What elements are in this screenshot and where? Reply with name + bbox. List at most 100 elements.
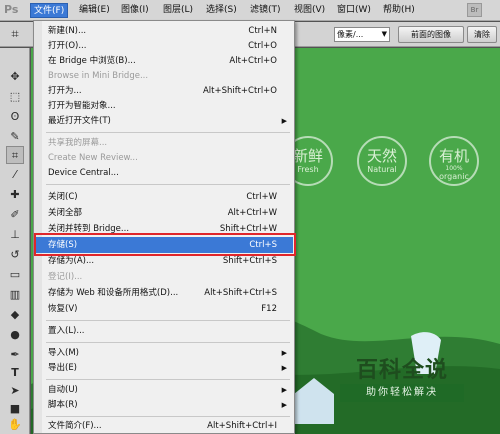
menu-item-label: 存储(S)	[48, 240, 78, 250]
menu-item-shortcut: F12	[261, 304, 277, 314]
badge-natural: 天然 Natural	[357, 136, 407, 186]
menu-item-label: 存储为(A)...	[48, 256, 95, 266]
photoshop-logo: Ps	[4, 3, 19, 16]
resolution-unit-select[interactable]: 像素/... ▼	[334, 27, 390, 42]
menu-item-file-info[interactable]: 文件简介(F)... Alt+Shift+Ctrl+I	[35, 418, 293, 434]
eyedropper-tool-icon[interactable]: ⁄	[6, 166, 24, 184]
menu-item-label: 在 Bridge 中浏览(B)...	[48, 56, 136, 66]
menu-item-shortcut: Ctrl+N	[248, 26, 277, 36]
menu-item-close-all[interactable]: 关闭全部 Alt+Ctrl+W	[35, 205, 293, 221]
move-tool-icon[interactable]: ✥	[6, 68, 24, 86]
crop-tool-icon[interactable]: ⌗	[6, 26, 24, 44]
menu-item-device-central[interactable]: Device Central...	[35, 165, 293, 181]
menu-item-label: Browse in Mini Bridge...	[48, 71, 149, 81]
menu-help[interactable]: 帮助(H)	[380, 3, 418, 18]
dodge-tool-icon[interactable]: ●	[6, 326, 24, 344]
clear-button[interactable]: 清除	[467, 26, 497, 43]
bridge-icon[interactable]: Br	[467, 3, 482, 17]
menu-item-label: 新建(N)...	[48, 26, 87, 36]
menu-edit[interactable]: 编辑(E)	[76, 3, 113, 18]
quick-select-tool-icon[interactable]: ✎	[6, 128, 24, 146]
crop-tool-icon[interactable]: ⌗	[6, 146, 24, 164]
menu-separator	[46, 320, 290, 321]
submenu-arrow-icon: ▶	[281, 117, 287, 125]
watermark-title: 百科全说	[355, 358, 448, 383]
menu-window[interactable]: 窗口(W)	[334, 3, 374, 18]
submenu-arrow-icon: ▶	[281, 401, 287, 409]
menu-item-label: 存储为 Web 和设备所用格式(D)...	[48, 288, 179, 298]
menu-item-scripts[interactable]: 脚本(R) ▶	[35, 397, 293, 413]
menu-item-shortcut: Alt+Shift+Ctrl+O	[202, 86, 277, 96]
front-image-button[interactable]: 前面的图像	[398, 26, 464, 43]
menu-item-open[interactable]: 打开(O)... Ctrl+O	[35, 38, 293, 54]
menu-item-label: 打开为...	[48, 86, 82, 96]
menu-separator	[46, 184, 290, 185]
menu-item-automate[interactable]: 自动(U) ▶	[35, 382, 293, 398]
menu-file[interactable]: 文件(F)	[30, 3, 69, 18]
badge-organic-percent: 100%	[445, 165, 463, 172]
submenu-arrow-icon: ▶	[281, 386, 287, 394]
pen-tool-icon[interactable]: ✒	[6, 346, 24, 364]
menu-item-label: Create New Review...	[48, 153, 138, 163]
marquee-tool-icon[interactable]: ⬚	[6, 88, 24, 106]
chevron-down-icon: ▼	[381, 30, 387, 38]
menu-item-close[interactable]: 关闭(C) Ctrl+W	[35, 189, 293, 205]
menu-item-label: 打开(O)...	[48, 41, 87, 51]
menu-item-save[interactable]: 存储(S) Ctrl+S	[35, 237, 293, 253]
badge-organic-title: 有机	[438, 147, 469, 165]
resolution-unit-value: 像素/...	[337, 30, 364, 39]
menu-item-share-screen: 共享我的屏幕...	[35, 135, 293, 151]
badge-organic: 有机 100% organic	[429, 136, 479, 186]
menu-item-label: 脚本(R)	[48, 400, 78, 410]
menu-layer[interactable]: 图层(L)	[160, 3, 196, 18]
menu-item-revert[interactable]: 恢复(V) F12	[35, 301, 293, 317]
menu-item-label: 置入(L)...	[48, 326, 85, 336]
menu-item-open-as[interactable]: 打开为... Alt+Shift+Ctrl+O	[35, 83, 293, 99]
menu-separator	[46, 416, 290, 417]
menu-item-shortcut: Ctrl+O	[248, 41, 277, 51]
hand-tool-icon[interactable]: ✋	[6, 416, 24, 434]
menu-item-open-as-smart-object[interactable]: 打开为智能对象...	[35, 98, 293, 114]
menu-separator	[46, 379, 290, 380]
menu-image[interactable]: 图像(I)	[118, 3, 152, 18]
menu-item-import[interactable]: 导入(M) ▶	[35, 345, 293, 361]
menu-item-browse-in-bridge[interactable]: 在 Bridge 中浏览(B)... Alt+Ctrl+O	[35, 53, 293, 69]
menu-separator	[46, 342, 290, 343]
menu-item-label: 登记(I)...	[48, 272, 83, 282]
gradient-tool-icon[interactable]: ▥	[6, 286, 24, 304]
menu-view[interactable]: 视图(V)	[291, 3, 328, 18]
menu-item-label: 自动(U)	[48, 385, 78, 395]
menu-item-label: 导出(E)	[48, 363, 78, 373]
menu-item-check-in: 登记(I)...	[35, 269, 293, 285]
clone-stamp-tool-icon[interactable]: ⊥	[6, 226, 24, 244]
menu-filter[interactable]: 滤镜(T)	[247, 3, 284, 18]
menu-item-save-for-web[interactable]: 存储为 Web 和设备所用格式(D)... Alt+Shift+Ctrl+S	[35, 285, 293, 301]
type-tool-icon[interactable]: T	[6, 364, 24, 382]
menu-item-new[interactable]: 新建(N)... Ctrl+N	[35, 23, 293, 39]
path-select-tool-icon[interactable]: ➤	[6, 382, 24, 400]
healing-brush-tool-icon[interactable]: ✚	[6, 186, 24, 204]
menu-item-browse-mini-bridge: Browse in Mini Bridge...	[35, 68, 293, 84]
brush-tool-icon[interactable]: ✐	[6, 206, 24, 224]
menu-select[interactable]: 选择(S)	[203, 3, 240, 18]
menu-item-label: 恢复(V)	[48, 304, 78, 314]
blur-tool-icon[interactable]: ◆	[6, 306, 24, 324]
menu-item-create-review: Create New Review...	[35, 150, 293, 166]
menu-item-recent-files[interactable]: 最近打开文件(T) ▶	[35, 113, 293, 129]
menu-item-label: Device Central...	[48, 168, 119, 178]
menu-item-shortcut: Alt+Shift+Ctrl+S	[204, 288, 277, 298]
menu-item-label: 文件简介(F)...	[48, 421, 102, 431]
watermark: 百科全说 助你轻松解决	[340, 352, 464, 410]
file-menu-dropdown: 新建(N)... Ctrl+N 打开(O)... Ctrl+O 在 Bridge 中…	[33, 20, 295, 434]
badge-natural-subtitle: Natural	[367, 165, 397, 174]
menu-separator	[46, 132, 290, 133]
eraser-tool-icon[interactable]: ▭	[6, 266, 24, 284]
menu-item-place[interactable]: 置入(L)...	[35, 323, 293, 339]
menu-item-export[interactable]: 导出(E) ▶	[35, 360, 293, 376]
menu-item-close-go-bridge[interactable]: 关闭并转到 Bridge... Shift+Ctrl+W	[35, 221, 293, 237]
submenu-arrow-icon: ▶	[281, 364, 287, 372]
toolbox: ✥ ⬚ ʘ ✎ ⌗ ⁄ ✚ ✐ ⊥ ↺ ▭ ▥ ◆ ● ✒ T ➤ ■ ✋	[0, 48, 30, 434]
lasso-tool-icon[interactable]: ʘ	[6, 108, 24, 126]
menu-item-save-as[interactable]: 存储为(A)... Shift+Ctrl+S	[35, 253, 293, 269]
history-brush-tool-icon[interactable]: ↺	[6, 246, 24, 264]
